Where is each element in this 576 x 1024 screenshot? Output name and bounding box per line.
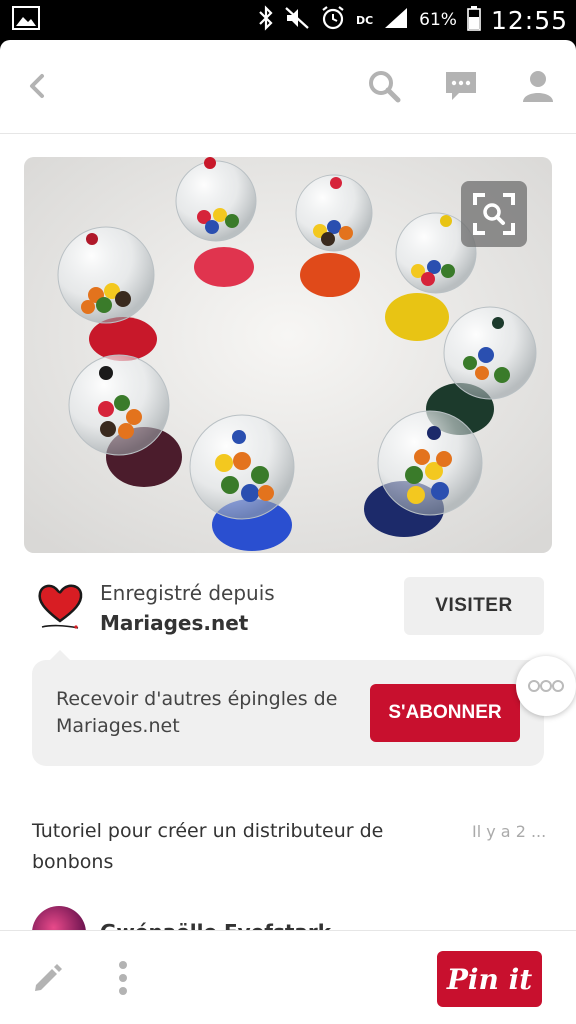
gallery-notification-icon [12,6,40,34]
more-dots-icon [528,680,564,692]
overflow-menu-button[interactable] [110,959,136,997]
source-row: Enregistré depuis Mariages.net VISITER [0,575,576,645]
pin-image[interactable] [24,157,552,553]
saved-from-label: Enregistré depuis [100,581,275,605]
battery-icon [467,5,481,35]
bottom-bar: Pin it [0,930,576,1024]
more-options-button[interactable] [516,656,576,716]
bluetooth-icon [258,5,274,35]
profile-button[interactable] [520,68,556,104]
source-site-name[interactable]: Mariages.net [100,611,248,635]
battery-percent: 61% [419,10,457,30]
subscribe-button[interactable]: S'ABONNER [370,684,520,742]
visual-search-button[interactable] [461,181,527,247]
pin-time-ago: Il y a 2 ... [472,822,547,841]
visit-button[interactable]: VISITER [404,577,544,635]
pencil-icon [35,964,62,991]
clock: 12:55 [490,5,568,35]
visual-search-icon [473,193,515,235]
signal-icon [383,6,409,34]
user-icon [523,71,553,102]
mariages-net-logo[interactable] [36,581,84,635]
alarm-icon [320,5,346,35]
network-type: DC [355,13,374,27]
back-arrow-icon [30,74,44,98]
edit-button[interactable] [30,961,64,995]
search-button[interactable] [366,68,402,104]
mute-icon [284,6,310,34]
status-bar: DC 61% 12:55 [0,0,576,40]
back-button[interactable] [20,68,56,104]
pin-it-button[interactable]: Pin it [437,951,542,1007]
search-icon [369,71,401,103]
vertical-dots-icon [119,961,127,995]
top-bar [0,40,576,134]
messages-button[interactable] [443,68,479,104]
pin-detail-sheet: Enregistré depuis Mariages.net VISITER R… [0,40,576,1024]
subscribe-text: Recevoir d'autres épingles de Mariages.n… [56,688,338,737]
chat-bubble-icon [446,72,476,100]
pin-description: Tutoriel pour créer un distributeur de b… [32,820,384,873]
subscribe-card: Recevoir d'autres épingles de Mariages.n… [32,650,544,766]
